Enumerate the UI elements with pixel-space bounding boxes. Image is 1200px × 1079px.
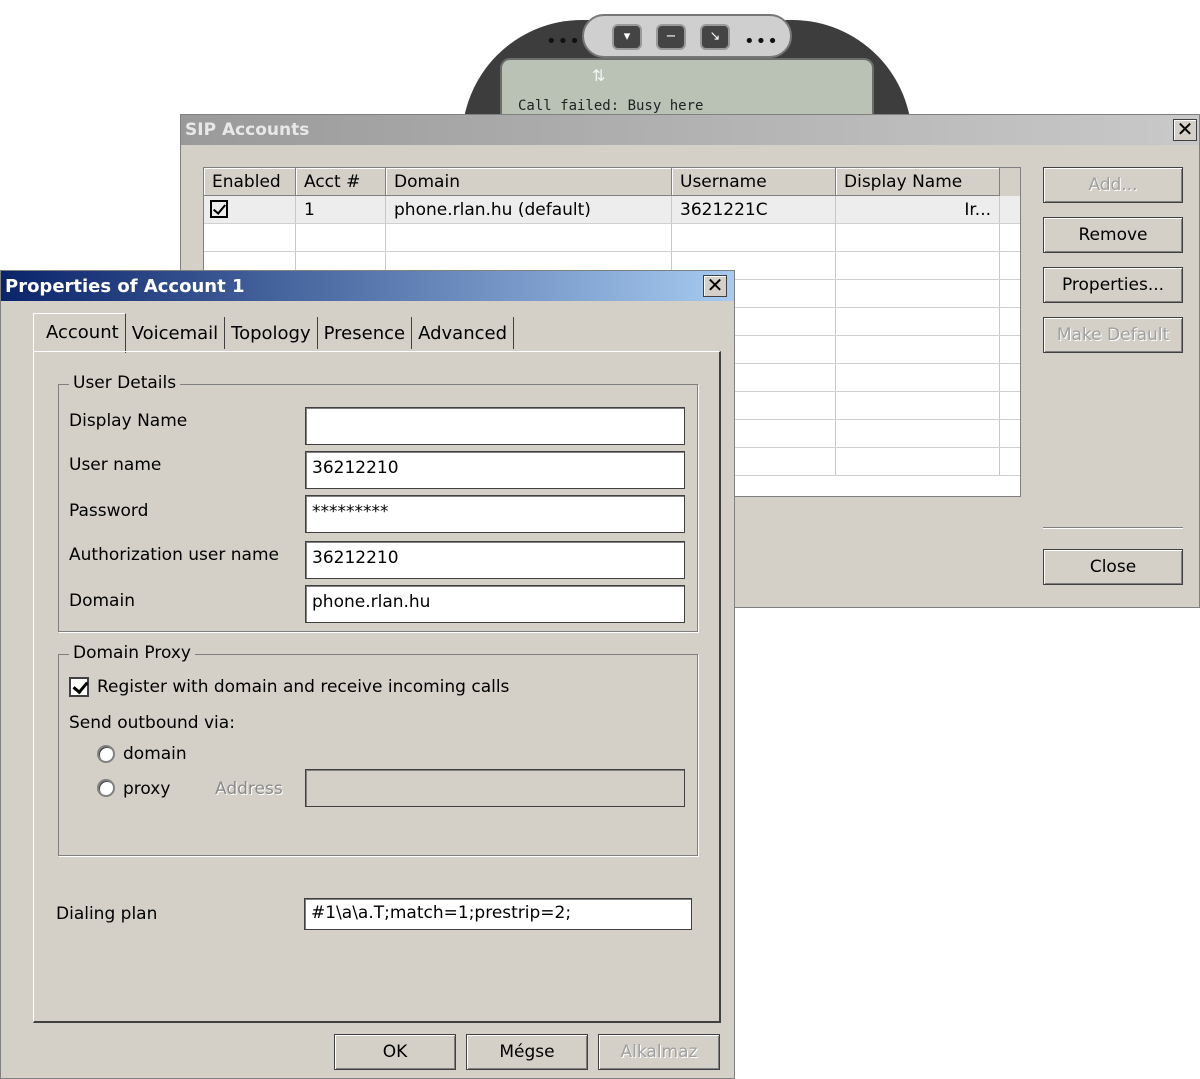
softphone-skin: ••• ▾ − ↘ ••• ⇅ Call failed: Busy here xyxy=(462,0,912,150)
remove-button[interactable]: Remove xyxy=(1043,217,1183,253)
tab-voicemail[interactable]: Voicemail xyxy=(126,317,226,349)
apply-button[interactable]: Alkalmaz xyxy=(598,1034,720,1070)
send-outbound-label: Send outbound via: xyxy=(69,713,235,733)
domain-radio[interactable] xyxy=(97,745,115,763)
account-properties-dialog: Properties of Account 1 ✕ Account Voicem… xyxy=(0,270,735,1079)
column-header-display-name[interactable]: Display Name xyxy=(836,168,1000,196)
register-label[interactable]: Register with domain and receive incomin… xyxy=(97,677,509,697)
phone-dots-right: ••• xyxy=(744,31,779,52)
column-header-enabled[interactable]: Enabled xyxy=(204,168,296,196)
group-title: Domain Proxy xyxy=(69,643,195,663)
user-name-label: User name xyxy=(69,455,162,475)
display-name-cell: Ir... xyxy=(836,196,1000,223)
proxy-address-field[interactable] xyxy=(305,769,685,807)
separator xyxy=(1043,527,1183,529)
proxy-address-input[interactable] xyxy=(312,776,678,796)
auth-user-name-label: Authorization user name xyxy=(69,545,279,565)
domain-label: Domain xyxy=(69,591,135,611)
register-checkbox[interactable] xyxy=(69,677,89,697)
add-button[interactable]: Add... xyxy=(1043,167,1183,203)
signal-icon: ⇅ xyxy=(592,66,606,85)
table-row xyxy=(204,224,1020,252)
column-header-acct[interactable]: Acct # xyxy=(296,168,386,196)
properties-button[interactable]: Properties... xyxy=(1043,267,1183,303)
tab-account[interactable]: Account xyxy=(33,313,126,353)
domain-radio-label[interactable]: domain xyxy=(123,744,187,764)
cancel-button[interactable]: Mégse xyxy=(466,1034,588,1070)
window-title: SIP Accounts xyxy=(185,120,310,140)
dialing-plan-label: Dialing plan xyxy=(56,904,158,924)
dialing-plan-field[interactable] xyxy=(304,898,692,930)
make-default-button[interactable]: Make Default xyxy=(1043,317,1183,353)
ok-button[interactable]: OK xyxy=(334,1034,456,1070)
enabled-cell[interactable] xyxy=(204,196,296,223)
dialing-plan-input[interactable] xyxy=(311,903,685,923)
properties-titlebar[interactable]: Properties of Account 1 xyxy=(1,271,734,301)
tab-strip: Account Voicemail Topology Presence Adva… xyxy=(33,313,515,353)
enabled-checkbox[interactable] xyxy=(210,200,228,218)
sip-close-icon[interactable]: ✕ xyxy=(1173,119,1197,141)
tab-advanced[interactable]: Advanced xyxy=(412,317,515,349)
password-input[interactable] xyxy=(312,502,678,522)
user-details-group: User Details Display Name User name Pass… xyxy=(58,373,698,632)
proxy-radio[interactable] xyxy=(97,779,115,797)
phone-dock-button[interactable]: ↘ xyxy=(700,24,730,50)
phone-dropdown-button[interactable]: ▾ xyxy=(612,24,642,50)
column-header-domain[interactable]: Domain xyxy=(386,168,672,196)
account-tab-panel: User Details Display Name User name Pass… xyxy=(33,351,721,1023)
display-name-label: Display Name xyxy=(69,411,188,431)
tab-topology[interactable]: Topology xyxy=(225,317,318,349)
call-status-text: Call failed: Busy here xyxy=(518,98,704,114)
close-button[interactable]: Close xyxy=(1043,549,1183,585)
proxy-radio-label[interactable]: proxy xyxy=(123,779,170,799)
domain-proxy-group: Domain Proxy Register with domain and re… xyxy=(58,643,698,856)
display-name-field[interactable] xyxy=(305,407,685,445)
user-name-input[interactable] xyxy=(312,458,678,478)
username-cell: 3621221C xyxy=(672,196,836,223)
domain-cell: phone.rlan.hu (default) xyxy=(386,196,672,223)
address-label: Address xyxy=(215,779,283,799)
phone-minimize-button[interactable]: − xyxy=(656,24,686,50)
domain-input[interactable] xyxy=(312,592,678,612)
properties-close-icon[interactable]: ✕ xyxy=(703,275,727,297)
password-field[interactable] xyxy=(305,495,685,533)
phone-control-bar: ••• ▾ − ↘ ••• xyxy=(546,14,792,58)
auth-user-name-input[interactable] xyxy=(312,548,678,568)
display-name-input[interactable] xyxy=(312,414,678,434)
password-label: Password xyxy=(69,501,149,521)
tab-presence[interactable]: Presence xyxy=(318,317,413,349)
dialog-title: Properties of Account 1 xyxy=(5,275,245,297)
acct-cell: 1 xyxy=(296,196,386,223)
user-name-field[interactable] xyxy=(305,451,685,489)
group-title: User Details xyxy=(69,373,181,393)
domain-field[interactable] xyxy=(305,585,685,623)
column-header-username[interactable]: Username xyxy=(672,168,836,196)
auth-user-name-field[interactable] xyxy=(305,541,685,579)
table-header: Enabled Acct # Domain Username Display N… xyxy=(204,168,1020,196)
table-row[interactable]: 1 phone.rlan.hu (default) 3621221C Ir... xyxy=(204,196,1020,224)
phone-dots-left: ••• xyxy=(546,31,581,52)
sip-accounts-titlebar[interactable]: SIP Accounts xyxy=(181,115,1199,145)
